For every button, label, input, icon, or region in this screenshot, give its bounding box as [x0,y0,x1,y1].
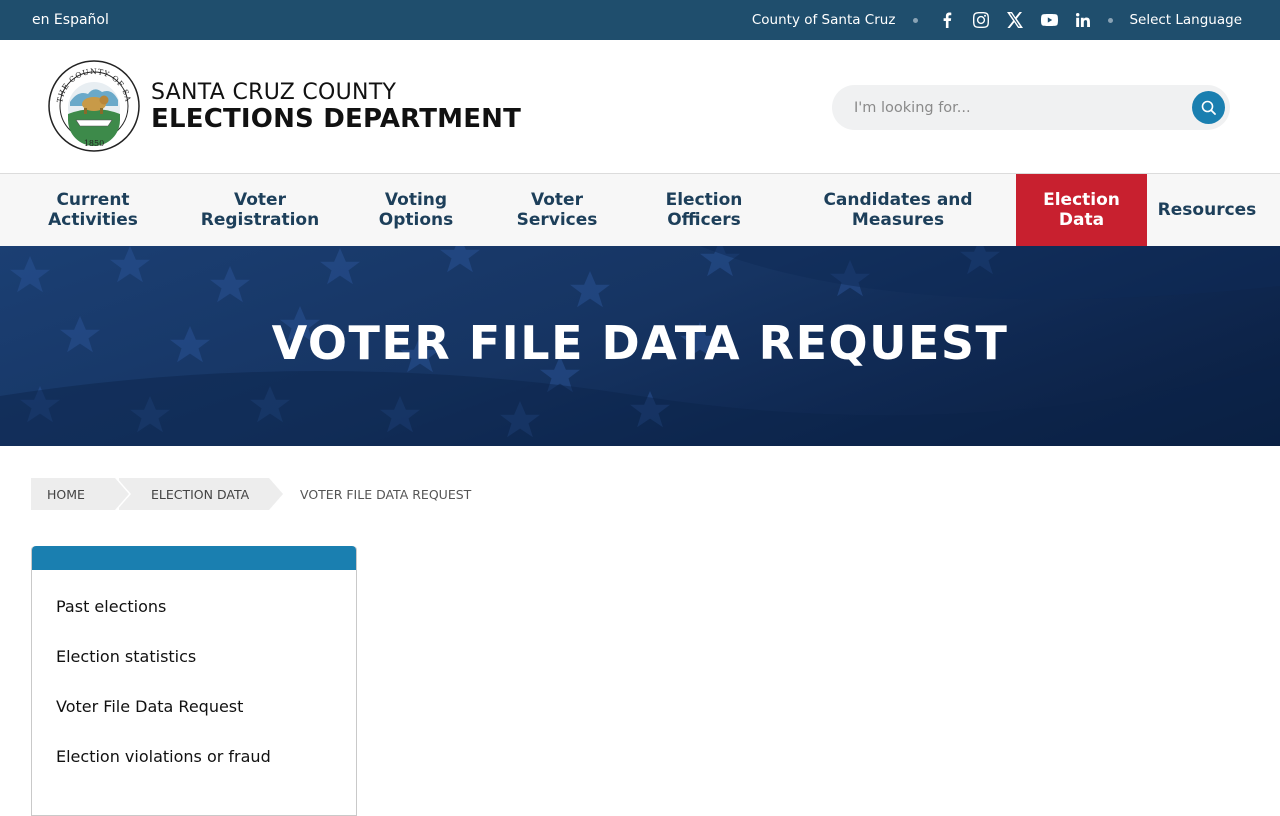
side-nav-item-election-statistics[interactable]: Election statistics [32,647,356,697]
page-hero-banner: VOTER FILE DATA REQUEST [0,246,1280,446]
breadcrumb-current-page: VOTER FILE DATA REQUEST [300,486,472,502]
breadcrumb-election-data[interactable]: ELECTION DATA [119,478,283,510]
page-title: VOTER FILE DATA REQUEST [271,316,1009,370]
separator-dot [913,17,919,23]
brand-name-line2: ELECTIONS DEPARTMENT [151,104,522,134]
x-icon[interactable] [998,0,1032,40]
svg-text:1850: 1850 [84,139,104,148]
side-nav-item-election-violations[interactable]: Election violations or fraud [32,747,356,797]
side-nav-header-bar [32,546,356,570]
search-input[interactable] [854,85,1184,130]
top-utility-right: County of Santa Cruz Select Language [752,0,1242,40]
facebook-icon[interactable] [930,0,964,40]
nav-election-officers[interactable]: Election Officers [632,174,776,246]
nav-candidates-and-measures[interactable]: Candidates and Measures [800,174,996,246]
instagram-icon[interactable] [964,0,998,40]
county-of-santa-cruz-link[interactable]: County of Santa Cruz [752,12,896,28]
breadcrumb: HOME ELECTION DATA VOTER FILE DATA REQUE… [31,478,471,510]
search-icon [1201,100,1216,115]
top-utility-bar: en Español County of Santa Cruz Select L… [0,0,1280,40]
search-box [832,85,1230,130]
brand-name-line1: SANTA CRUZ COUNTY [151,80,397,105]
search-button[interactable] [1192,91,1225,124]
separator-dot [1108,17,1114,23]
nav-voter-services[interactable]: Voter Services [492,174,622,246]
main-navigation: Current Activities Voter Registration Voti… [0,174,1280,246]
nav-election-data[interactable]: Election Data [1016,174,1147,246]
nav-current-activities[interactable]: Current Activities [13,174,173,246]
nav-resources[interactable]: Resources [1147,174,1267,246]
spanish-language-link[interactable]: en Español [32,12,109,28]
side-nav-list: Past elections Election statistics Voter… [32,570,356,797]
breadcrumb-home[interactable]: HOME [31,478,131,510]
county-seal-logo[interactable]: THE COUNTY OF SANTA CRUZ 1850 [44,53,140,152]
nav-voting-options[interactable]: Voting Options [350,174,482,246]
youtube-icon[interactable] [1032,0,1066,40]
nav-voter-registration[interactable]: Voter Registration [180,174,340,246]
linkedin-icon[interactable] [1066,0,1100,40]
side-nav-item-voter-file-data-request[interactable]: Voter File Data Request [32,697,356,747]
site-header: THE COUNTY OF SANTA CRUZ 1850 SANTA CRUZ… [0,40,1280,174]
section-side-navigation: Past elections Election statistics Voter… [31,546,357,816]
select-language-dropdown[interactable]: Select Language [1129,12,1242,28]
side-nav-item-past-elections[interactable]: Past elections [32,597,356,647]
